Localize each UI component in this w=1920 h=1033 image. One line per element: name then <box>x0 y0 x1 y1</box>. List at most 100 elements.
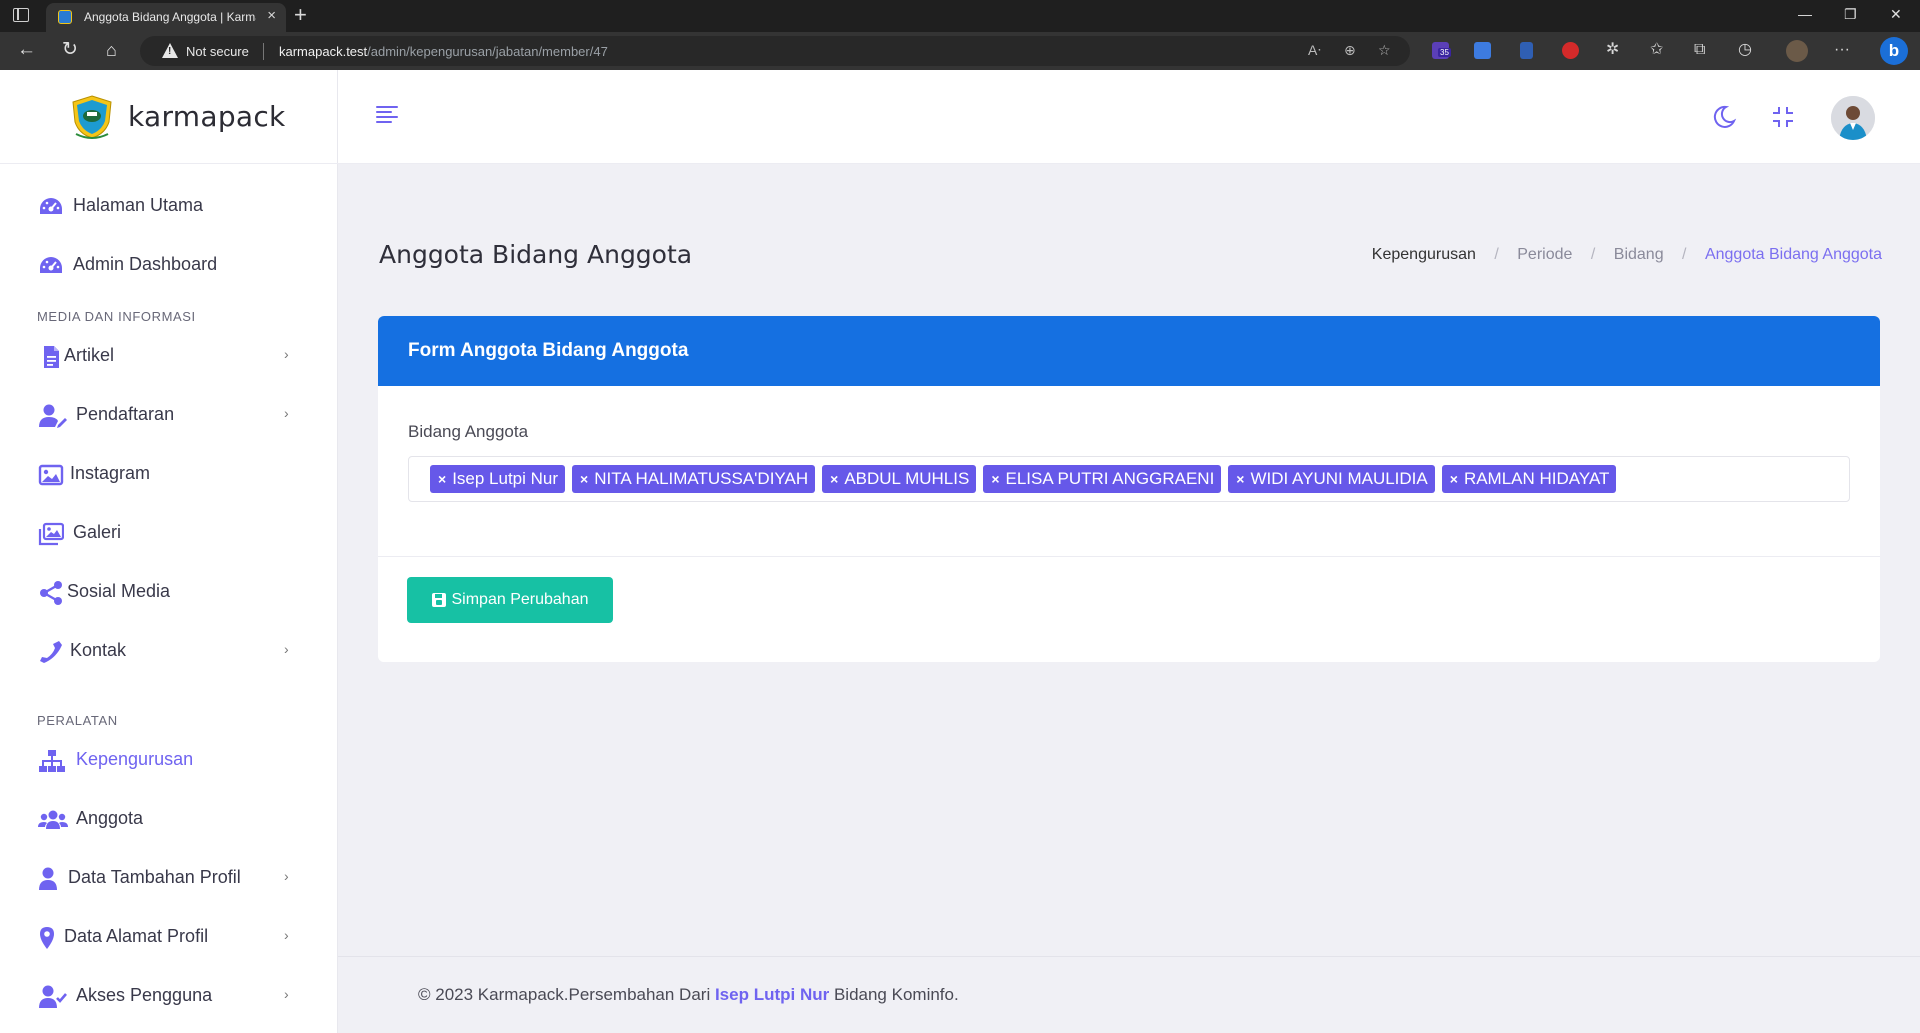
bookmark-extension-icon[interactable] <box>1520 42 1533 59</box>
sidebar-item-galeri[interactable]: Galeri <box>0 509 338 557</box>
minimize-icon[interactable]: — <box>1798 6 1812 22</box>
breadcrumb-separator: / <box>1682 246 1687 263</box>
member-multiselect-input[interactable]: × Isep Lutpi Nur × NITA HALIMATUSSA'DIYAH … <box>408 456 1850 502</box>
sidebar-item-artikel[interactable]: Artikel › <box>0 332 338 380</box>
karmapack-logo <box>72 95 112 139</box>
breadcrumb-item[interactable]: Periode <box>1517 246 1572 264</box>
read-aloud-icon[interactable]: Aᐧ <box>1308 42 1321 59</box>
tag-label: Isep Lutpi Nur <box>452 469 559 488</box>
exit-fullscreen-icon[interactable] <box>1770 104 1796 130</box>
sidebar-item-label: Kepengurusan <box>76 749 194 769</box>
sidebar-item-label: Sosial Media <box>67 581 171 601</box>
dashboard-icon <box>40 198 62 214</box>
user-check-icon <box>39 985 67 1008</box>
save-icon <box>431 593 446 607</box>
page-title: Anggota Bidang Anggota <box>379 240 693 269</box>
footer: © 2023 Karmapack.Persembahan Dari Isep L… <box>338 956 1920 1033</box>
tab-favicon-icon <box>58 10 72 24</box>
tag-remove-icon[interactable]: × <box>1236 465 1244 493</box>
translate-extension-icon[interactable] <box>1474 42 1491 59</box>
footer-suffix: Bidang Kominfo. <box>829 985 959 1004</box>
tag-label: NITA HALIMATUSSA'DIYAH <box>594 469 809 488</box>
breadcrumb-item[interactable]: Bidang <box>1614 246 1664 264</box>
tag-label: ABDUL MUHLIS <box>844 469 970 488</box>
sidebar-item-kepengurusan[interactable]: Kepengurusan <box>0 736 338 784</box>
sidebar-item-label: Pendaftaran <box>76 404 175 424</box>
tag-remove-icon[interactable]: × <box>991 465 999 493</box>
footer-text: © 2023 Karmapack.Persembahan Dari Isep L… <box>418 985 959 1005</box>
adblock-extension-icon[interactable] <box>1562 42 1579 59</box>
sidebar-item-instagram[interactable]: Instagram <box>0 450 338 498</box>
tag-remove-icon[interactable]: × <box>830 465 838 493</box>
sidebar-item-admin-dashboard[interactable]: Admin Dashboard <box>0 241 338 289</box>
browser-toolbar: ← ↻ ⌂ Not secure karmapack.test/admin/ke… <box>0 32 1920 70</box>
sidebar-item-kontak[interactable]: Kontak › <box>0 627 338 675</box>
user-edit-icon <box>39 404 67 428</box>
restore-icon[interactable]: ❐ <box>1844 6 1857 22</box>
section-heading-media: MEDIA DAN INFORMASI <box>37 309 196 324</box>
breadcrumb-item-current: Anggota Bidang Anggota <box>1704 246 1882 263</box>
security-label[interactable]: Not secure <box>186 44 249 59</box>
footer-author-link[interactable]: Isep Lutpi Nur <box>715 985 829 1004</box>
window-close-icon[interactable]: ✕ <box>1890 6 1902 22</box>
file-icon <box>44 346 59 368</box>
card-divider <box>378 556 1880 557</box>
extension-badge-count: 35 <box>1438 48 1451 57</box>
tab-actions-icon[interactable] <box>13 8 29 22</box>
dark-mode-moon-icon[interactable] <box>1711 104 1737 130</box>
address-bar[interactable]: Not secure karmapack.test/admin/kepengur… <box>140 36 1410 66</box>
home-icon[interactable]: ⌂ <box>106 40 117 60</box>
breadcrumb-item[interactable]: Kepengurusan <box>1372 246 1476 264</box>
history-icon[interactable]: ◷ <box>1738 41 1752 59</box>
profile-icon[interactable] <box>1786 40 1808 62</box>
bing-chat-icon[interactable]: b <box>1880 37 1908 65</box>
sidebar-item-sosial-media[interactable]: Sosial Media <box>0 568 338 616</box>
save-changes-button[interactable]: Simpan Perubahan <box>407 577 613 623</box>
main-content: Anggota Bidang Anggota Kepengurusan / Pe… <box>338 164 1920 1033</box>
sidebar-item-data-alamat-profil[interactable]: Data Alamat Profil › <box>0 913 338 961</box>
zoom-icon[interactable]: ⊕ <box>1344 42 1356 59</box>
favorite-add-icon[interactable]: ☆ <box>1378 42 1391 59</box>
map-marker-icon <box>40 927 54 949</box>
extension-badge-icon[interactable]: 35 <box>1432 42 1451 59</box>
avatar-image <box>1831 96 1875 140</box>
brand[interactable]: karmapack <box>0 70 338 164</box>
card-header: Form Anggota Bidang Anggota <box>378 316 1880 386</box>
sidebar-item-akses-pengguna[interactable]: Akses Pengguna › <box>0 972 338 1020</box>
sidebar-item-anggota[interactable]: Anggota <box>0 795 338 843</box>
breadcrumb-separator: / <box>1494 246 1499 263</box>
collections-icon[interactable]: ⧉ <box>1694 41 1705 59</box>
chevron-right-icon: › <box>284 868 289 884</box>
favorites-icon[interactable]: ✩ <box>1650 41 1663 59</box>
tag-label: RAMLAN HIDAYAT <box>1463 469 1610 488</box>
menu-toggle-icon[interactable] <box>376 106 398 124</box>
selected-tags: × Isep Lutpi Nur × NITA HALIMATUSSA'DIYAH … <box>430 465 1617 493</box>
card-title: Form Anggota Bidang Anggota <box>408 340 689 361</box>
url-host: karmapack.test <box>279 44 368 59</box>
sidebar-item-pendaftaran[interactable]: Pendaftaran › <box>0 391 338 439</box>
more-options-icon[interactable]: ··· <box>1834 41 1850 59</box>
selected-tag: × NITA HALIMATUSSA'DIYAH <box>572 465 816 493</box>
tag-label: WIDI AYUNI MAULIDIA <box>1250 469 1428 488</box>
extensions-icon[interactable]: ✲ <box>1606 41 1619 59</box>
tag-remove-icon[interactable]: × <box>438 465 446 493</box>
reload-icon[interactable]: ↻ <box>62 40 78 60</box>
sidebar-item-label: Data Alamat Profil <box>64 926 209 946</box>
sidebar-item-halaman-utama[interactable]: Halaman Utama <box>0 182 338 230</box>
sidebar-item-label: Galeri <box>73 522 122 542</box>
selected-tag: × ELISA PUTRI ANGGRAENI <box>983 465 1222 493</box>
user-avatar[interactable] <box>1831 96 1875 140</box>
sidebar-item-label: Artikel <box>64 345 115 365</box>
new-tab-icon[interactable]: + <box>294 3 307 27</box>
tag-remove-icon[interactable]: × <box>1450 465 1458 493</box>
tag-remove-icon[interactable]: × <box>580 465 588 493</box>
tab-close-icon[interactable]: × <box>267 8 276 24</box>
image-icon <box>38 464 64 486</box>
sidebar-item-data-tambahan-profil[interactable]: Data Tambahan Profil › <box>0 854 338 902</box>
browser-tab[interactable]: Anggota Bidang Anggota | Karmapack × <box>46 3 286 32</box>
sidebar-item-label: Instagram <box>70 463 151 483</box>
url-text[interactable]: karmapack.test/admin/kepengurusan/jabata… <box>279 44 608 59</box>
sidebar-item-label: Data Tambahan Profil <box>68 867 241 887</box>
back-icon[interactable]: ← <box>17 40 36 60</box>
tab-title: Anggota Bidang Anggota | Karmapack <box>84 10 256 24</box>
